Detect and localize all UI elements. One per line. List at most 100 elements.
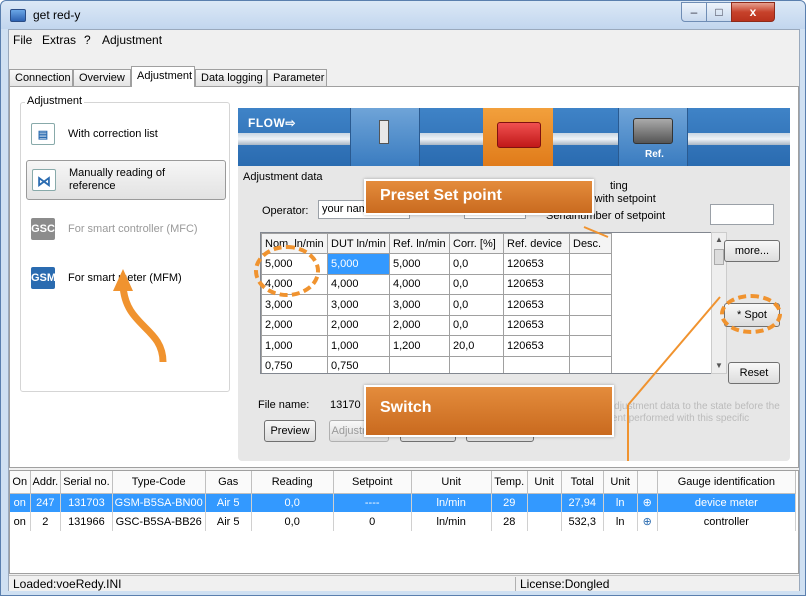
highlight-circle-nom bbox=[254, 245, 320, 297]
tab-parameter[interactable]: Parameter bbox=[267, 69, 327, 86]
grid-cell[interactable]: 2,000 bbox=[327, 314, 390, 336]
menu-bar: File Extras ? Adjustment bbox=[9, 30, 799, 48]
device-list[interactable]: On Addr. Serial no. Type-Code Gas Readin… bbox=[9, 470, 799, 574]
col-setpoint[interactable]: Setpoint bbox=[333, 471, 412, 494]
tab-adjustment[interactable]: Adjustment bbox=[131, 66, 195, 87]
grid-col-ref[interactable]: Ref. ln/min bbox=[389, 233, 450, 254]
grid-cell[interactable]: 4,000 bbox=[389, 273, 450, 295]
col-gas[interactable]: Gas bbox=[205, 471, 252, 494]
grid-row[interactable]: 0,750 0,750 bbox=[261, 355, 612, 373]
cell-total-unit: ln bbox=[603, 493, 638, 512]
file-name-label: File name: bbox=[258, 399, 310, 411]
col-reading[interactable]: Reading bbox=[251, 471, 334, 494]
grid-cell[interactable]: 2,000 bbox=[261, 314, 328, 336]
grid-cell[interactable]: 120653 bbox=[503, 253, 570, 275]
grid-cell[interactable]: 3,000 bbox=[261, 294, 328, 316]
grid-cell[interactable] bbox=[569, 355, 612, 373]
dut-device-box bbox=[350, 108, 420, 166]
grid-cell[interactable]: 0,0 bbox=[449, 314, 504, 336]
cell-setpoint[interactable]: 0 bbox=[333, 512, 412, 531]
grid-cell[interactable]: 120653 bbox=[503, 273, 570, 295]
grid-cell[interactable]: 1,200 bbox=[389, 335, 450, 357]
cell-temp-unit bbox=[527, 493, 562, 512]
grid-cell[interactable] bbox=[569, 314, 612, 336]
col-total-unit[interactable]: Unit bbox=[603, 471, 638, 494]
grid-cell[interactable]: 0,750 bbox=[261, 355, 328, 373]
zoom-icon[interactable]: ⊕ bbox=[637, 512, 658, 531]
adjustment-with-correction-list[interactable]: ▤ With correction list bbox=[26, 115, 226, 155]
cell-temp: 28 bbox=[491, 512, 528, 531]
grid-col-dut[interactable]: DUT ln/min bbox=[327, 233, 390, 254]
grid-cell-selected[interactable]: 5,000 bbox=[327, 253, 390, 275]
col-serial[interactable]: Serial no. bbox=[60, 471, 113, 494]
serial-setpoint-input[interactable] bbox=[710, 204, 774, 225]
maximize-button[interactable]: □ bbox=[706, 2, 732, 22]
preview-button[interactable]: Preview bbox=[264, 420, 316, 442]
adjustment-manual-reference[interactable]: ⋈ Manually reading of reference bbox=[26, 160, 226, 200]
grid-cell[interactable]: 0,750 bbox=[327, 355, 390, 373]
grid-cell[interactable]: 3,000 bbox=[389, 294, 450, 316]
col-temp-unit[interactable]: Unit bbox=[527, 471, 562, 494]
grid-cell[interactable] bbox=[569, 294, 612, 316]
col-icon[interactable] bbox=[637, 471, 658, 494]
adjustment-item-label: Manually reading of reference bbox=[69, 167, 166, 192]
cell-on: on bbox=[10, 493, 31, 512]
col-unit[interactable]: Unit bbox=[411, 471, 492, 494]
col-gauge-id[interactable]: Gauge identification bbox=[657, 471, 797, 494]
grid-cell[interactable]: 4,000 bbox=[327, 273, 390, 295]
grid-cell[interactable]: 1,000 bbox=[327, 335, 390, 357]
device-row[interactable]: on 247 131703 GSM-B5SA-BN00 Air 5 0,0 --… bbox=[10, 493, 797, 512]
tab-connection[interactable]: Connection bbox=[9, 69, 73, 86]
menu-file[interactable]: File bbox=[13, 33, 32, 47]
cell-unit: ln/min bbox=[411, 493, 492, 512]
zoom-icon[interactable]: ⊕ bbox=[637, 493, 658, 512]
grid-cell[interactable]: 20,0 bbox=[449, 335, 504, 357]
grid-cell[interactable]: 2,000 bbox=[389, 314, 450, 336]
grid-cell[interactable]: 1,000 bbox=[261, 335, 328, 357]
grid-cell[interactable]: 3,000 bbox=[327, 294, 390, 316]
menu-help[interactable]: ? bbox=[84, 33, 91, 47]
ref-label: Ref. bbox=[645, 149, 664, 160]
grid-cell[interactable] bbox=[569, 273, 612, 295]
cell-temp-unit bbox=[527, 512, 562, 531]
col-type-code[interactable]: Type-Code bbox=[112, 471, 206, 494]
menu-extras[interactable]: Extras bbox=[42, 33, 76, 47]
grid-row[interactable]: 1,000 1,000 1,200 20,0 120653 bbox=[261, 335, 612, 357]
col-total[interactable]: Total bbox=[561, 471, 604, 494]
adjustment-smart-controller[interactable]: GSC For smart controller (MFC) bbox=[26, 210, 226, 250]
grid-cell[interactable] bbox=[569, 335, 612, 357]
grid-row[interactable]: 2,000 2,000 2,000 0,0 120653 bbox=[261, 314, 612, 336]
grid-row[interactable]: 3,000 3,000 3,000 0,0 120653 bbox=[261, 294, 612, 316]
cell-setpoint[interactable]: ---- bbox=[333, 493, 412, 512]
grid-cell[interactable]: 5,000 bbox=[389, 253, 450, 275]
correction-list-icon: ▤ bbox=[31, 123, 55, 145]
device-row[interactable]: on 2 131966 GSC-B5SA-BB26 Air 5 0,0 0 ln… bbox=[10, 512, 797, 531]
col-on[interactable]: On bbox=[10, 471, 31, 494]
tab-data-logging[interactable]: Data logging bbox=[195, 69, 267, 86]
status-bar: Loaded:voeRedy.INI License:Dongled bbox=[9, 575, 799, 591]
grid-cell[interactable]: 0,0 bbox=[449, 294, 504, 316]
col-temp[interactable]: Temp. bbox=[491, 471, 528, 494]
col-addr[interactable]: Addr. bbox=[30, 471, 62, 494]
grid-cell[interactable]: 0,0 bbox=[449, 273, 504, 295]
menu-adjustment[interactable]: Adjustment bbox=[102, 33, 162, 47]
grid-cell[interactable] bbox=[503, 355, 570, 373]
cell-total: 532,3 bbox=[561, 512, 604, 531]
grid-cell[interactable] bbox=[389, 355, 450, 373]
grid-cell[interactable]: 120653 bbox=[503, 314, 570, 336]
grid-col-corr[interactable]: Corr. [%] bbox=[449, 233, 504, 254]
grid-col-ref-device[interactable]: Ref. device bbox=[503, 233, 570, 254]
gsm-icon: GSM bbox=[31, 267, 56, 289]
close-button[interactable]: x bbox=[731, 2, 775, 22]
grid-cell[interactable] bbox=[569, 253, 612, 275]
grid-cell[interactable]: 120653 bbox=[503, 294, 570, 316]
grid-cell[interactable] bbox=[449, 355, 504, 373]
status-license: License:Dongled bbox=[515, 577, 609, 591]
tab-overview[interactable]: Overview bbox=[73, 69, 131, 86]
cell-gauge-id: device meter bbox=[657, 493, 797, 512]
grid-cell[interactable]: 120653 bbox=[503, 335, 570, 357]
grid-cell[interactable]: 0,0 bbox=[449, 253, 504, 275]
minimize-button[interactable]: – bbox=[681, 2, 707, 22]
title-bar: get red-y – □ x bbox=[1, 1, 805, 29]
cell-gas: Air 5 bbox=[205, 493, 252, 512]
